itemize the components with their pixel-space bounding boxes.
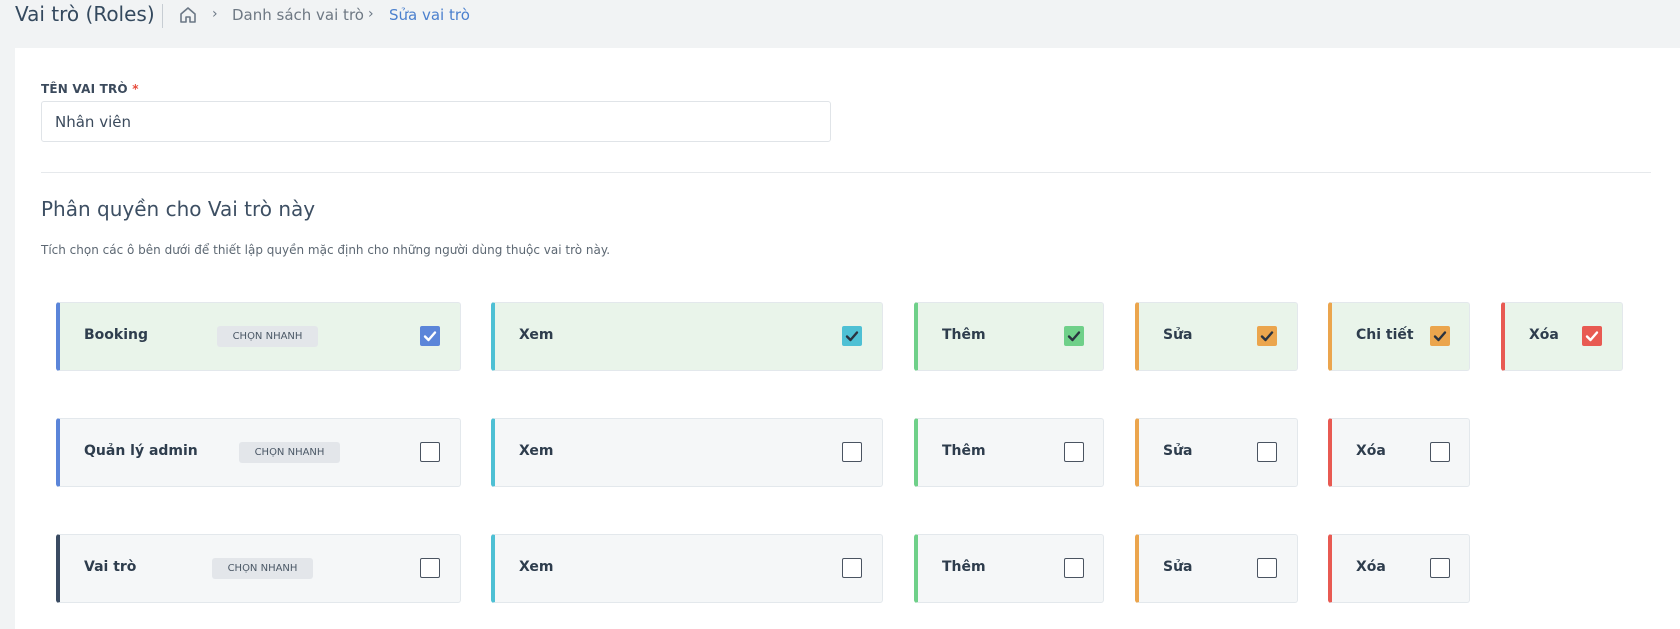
checkbox-booking-all[interactable] — [420, 326, 440, 346]
permission-action-label: Xem — [519, 327, 554, 343]
checkbox-roles-add[interactable] — [1064, 558, 1084, 578]
checkbox-booking-detail[interactable] — [1430, 326, 1450, 346]
permission-action-label: Xóa — [1529, 327, 1559, 343]
permission-admin-delete: Xóa — [1328, 418, 1470, 487]
checkbox-booking-delete[interactable] — [1582, 326, 1602, 346]
permission-action-label: Sửa — [1163, 443, 1193, 459]
checkbox-roles-edit[interactable] — [1257, 558, 1277, 578]
checkbox-roles-delete[interactable] — [1430, 558, 1450, 578]
permission-booking-detail: Chi tiết — [1328, 302, 1470, 371]
title-divider — [162, 4, 163, 28]
checkbox-roles-all[interactable] — [420, 558, 440, 578]
required-mark: * — [132, 82, 139, 96]
permission-module-label: Quản lý admin — [84, 443, 198, 459]
breadcrumb-roles-list[interactable]: Danh sách vai trò — [232, 6, 364, 24]
permission-action-label: Thêm — [942, 443, 986, 459]
permission-booking-edit: Sửa — [1135, 302, 1298, 371]
role-name-input[interactable] — [41, 101, 831, 142]
quick-select-button[interactable]: CHỌN NHANH — [212, 558, 313, 579]
permission-action-label: Chi tiết — [1356, 327, 1414, 343]
permission-action-label: Sửa — [1163, 327, 1193, 343]
permission-admin-edit: Sửa — [1135, 418, 1298, 487]
permission-action-label: Sửa — [1163, 559, 1193, 575]
permission-group-roles: Vai trò CHỌN NHANH — [56, 534, 461, 603]
permission-booking-view: Xem — [491, 302, 883, 371]
permission-admin-add: Thêm — [914, 418, 1104, 487]
permission-group-admin: Quản lý admin CHỌN NHANH — [56, 418, 461, 487]
checkbox-admin-delete[interactable] — [1430, 442, 1450, 462]
permission-action-label: Thêm — [942, 327, 986, 343]
permission-module-label: Booking — [84, 327, 149, 343]
permission-action-label: Xóa — [1356, 559, 1386, 575]
permissions-section-title: Phân quyền cho Vai trò này — [41, 197, 316, 221]
home-icon[interactable] — [178, 5, 198, 25]
breadcrumb-separator-icon: › — [368, 6, 374, 22]
permission-action-label: Xóa — [1356, 443, 1386, 459]
header-bar: Vai trò (Roles) › Danh sách vai trò › Sử… — [0, 0, 1680, 32]
quick-select-button[interactable]: CHỌN NHANH — [239, 442, 340, 463]
quick-select-button[interactable]: CHỌN NHANH — [217, 326, 318, 347]
permission-action-label: Thêm — [942, 559, 986, 575]
checkbox-admin-view[interactable] — [842, 442, 862, 462]
permission-admin-view: Xem — [491, 418, 883, 487]
permissions-section-description: Tích chọn các ô bên dưới để thiết lập qu… — [41, 243, 611, 257]
checkbox-roles-view[interactable] — [842, 558, 862, 578]
permission-group-booking: Booking CHỌN NHANH — [56, 302, 461, 371]
checkbox-admin-all[interactable] — [420, 442, 440, 462]
breadcrumb-current: Sửa vai trò — [389, 6, 470, 24]
checkbox-admin-edit[interactable] — [1257, 442, 1277, 462]
permission-action-label: Xem — [519, 443, 554, 459]
divider — [41, 172, 1651, 173]
permission-action-label: Xem — [519, 559, 554, 575]
permission-roles-delete: Xóa — [1328, 534, 1470, 603]
permission-roles-view: Xem — [491, 534, 883, 603]
checkbox-booking-add[interactable] — [1064, 326, 1084, 346]
permission-booking-add: Thêm — [914, 302, 1104, 371]
permission-module-label: Vai trò — [84, 559, 137, 575]
breadcrumb-separator-icon: › — [212, 6, 218, 22]
checkbox-admin-add[interactable] — [1064, 442, 1084, 462]
permission-roles-edit: Sửa — [1135, 534, 1298, 603]
page-title: Vai trò (Roles) — [15, 2, 155, 26]
permission-booking-delete: Xóa — [1501, 302, 1623, 371]
role-name-label: TÊN VAI TRÒ * — [41, 82, 139, 96]
permission-roles-add: Thêm — [914, 534, 1104, 603]
checkbox-booking-edit[interactable] — [1257, 326, 1277, 346]
checkbox-booking-view[interactable] — [842, 326, 862, 346]
